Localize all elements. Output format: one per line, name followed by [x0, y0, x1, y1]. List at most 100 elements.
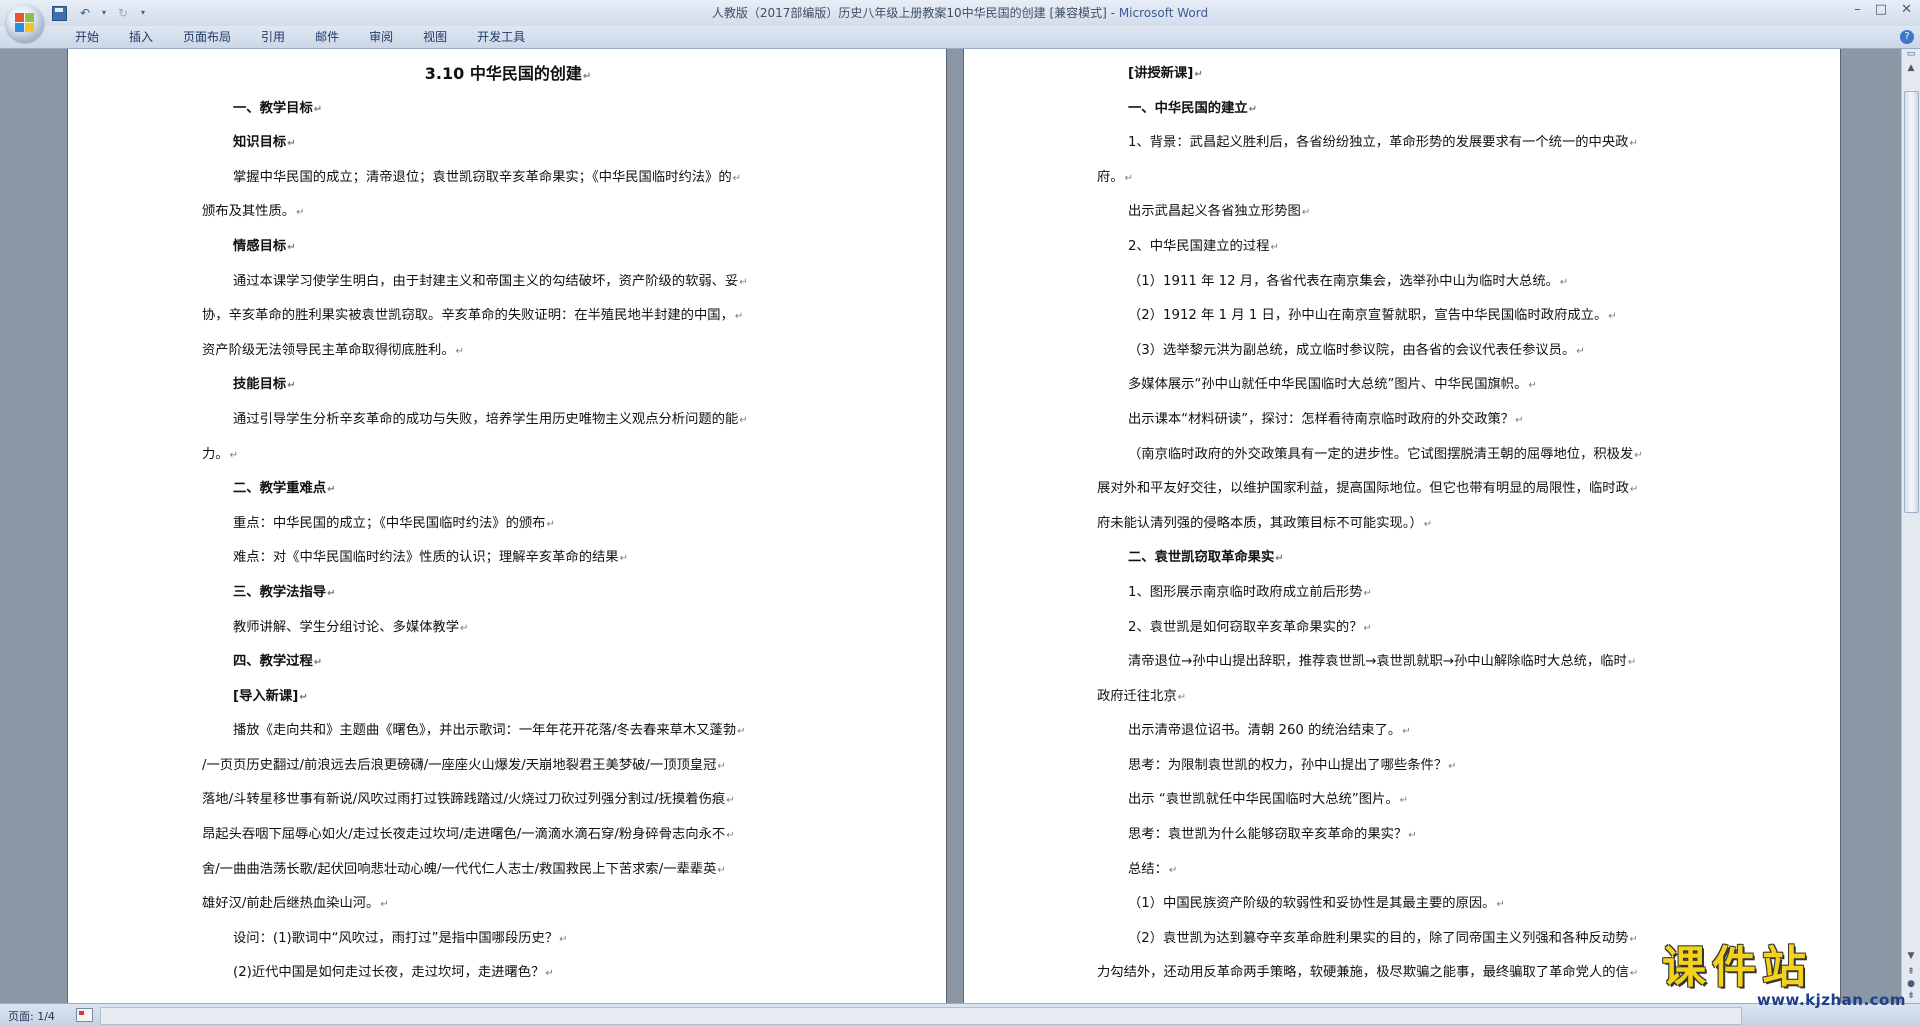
line-text: 教师讲解、学生分组讨论、多媒体教学	[233, 619, 460, 635]
paragraph-mark-icon: ↵	[739, 414, 748, 426]
document-page-right[interactable]: [讲授新课]↵ 一、中华民国的建立↵ 1、背景：武昌起义胜利后，各省纷纷独立，革命形…	[964, 49, 1840, 1003]
line-text: 协，辛亥革命的胜利果实被袁世凯窃取。辛亥革命的失败证明：在半殖民地半封建的中国，	[202, 308, 734, 324]
line-text: [讲授新课]	[1128, 66, 1194, 81]
paragraph-mark-icon: ↵	[455, 345, 465, 357]
line-text: 通过本课学习使学生明白，由于封建主义和帝国主义的勾结破坏，资产阶级的软弱、妥	[233, 273, 739, 289]
left-page-paragraph-line: 舍/一曲曲浩荡长歌/起伏回响悲壮动心魄/一代代仁人志士/救国救民上下苦求索/一辈…	[202, 853, 814, 888]
scroll-thumb[interactable]	[1904, 91, 1919, 513]
paragraph-mark-icon: ↵	[229, 449, 238, 461]
line-text: 府。	[1097, 169, 1124, 185]
left-page-heading: 一、教学目标↵	[202, 92, 814, 127]
line-text: 展对外和平友好交往，以维护国家利益，提高国际地位。但它也带有明显的局限性，临时政	[1097, 481, 1629, 497]
left-page-paragraph-line: 重点：中华民国的成立；《中华民国临时约法》的颁布↵	[202, 507, 814, 542]
line-text: （1）中国民族资产阶级的软弱性和妥协性是其最主要的原因。	[1128, 896, 1496, 912]
tab-developer[interactable]: 开发工具	[462, 29, 540, 45]
right-page-paragraph-line: 2、中华民国建立的过程↵	[1097, 230, 1709, 265]
right-page-paragraph-line: 府。↵	[1097, 161, 1709, 196]
paragraph-mark-icon: ↵	[739, 276, 748, 288]
left-page-paragraph-line: 昂起头吞咽下屈辱心如火/走过长夜走过坎坷/走进曙色/一滴滴水滴石穿/粉身碎骨志向…	[202, 818, 814, 853]
page-count-status[interactable]: 页面: 1/4	[8, 1008, 55, 1024]
left-page-paragraph-line: 难点：对《中华民国临时约法》性质的认识；理解辛亥革命的结果↵	[202, 541, 814, 576]
view-ruler-button[interactable]: ▭	[1904, 49, 1918, 60]
status-bar: 页面: 1/4	[0, 1003, 1920, 1026]
tab-page-layout[interactable]: 页面布局	[168, 29, 246, 45]
document-area[interactable]: 3.10 中华民国的创建↵ 一、教学目标↵ 知识目标↵ 掌握中华民国的成立；清帝退位…	[0, 49, 1902, 1003]
right-page-paragraph-line: 政府迁往北京↵	[1097, 680, 1709, 715]
tab-insert[interactable]: 插入	[114, 29, 168, 45]
line-text: （1）1911 年 12 月，各省代表在南京集会，选举孙中山为临时大总统。	[1128, 273, 1559, 289]
paragraph-mark-icon: ↵	[1629, 933, 1638, 945]
horizontal-scrollbar[interactable]	[100, 1007, 1742, 1025]
line-text: 四、教学过程	[233, 654, 313, 670]
paragraph-mark-icon: ↵	[1448, 760, 1457, 772]
paragraph-mark-icon: ↵	[1177, 691, 1187, 703]
right-page-paragraph-line: 2、袁世凯是如何窃取辛亥革命果实的？↵	[1097, 611, 1709, 646]
right-page-paragraph-line: （3）选举黎元洪为副总统，成立临时参议院，由各省的会议代表任参议员。↵	[1097, 334, 1709, 369]
tab-home[interactable]: 开始	[60, 29, 114, 45]
line-text: 1、背景：武昌起义胜利后，各省纷纷独立，革命形势的发展要求有一个统一的中央政	[1128, 135, 1629, 151]
line-text: 1、图形展示南京临时政府成立前后形势	[1128, 584, 1363, 600]
line-text: 舍/一曲曲浩荡长歌/起伏回响悲壮动心魄/一代代仁人志士/救国救民上下苦求索/一辈…	[202, 861, 717, 877]
right-page-paragraph-line: 出示清帝退位诏书。清朝 260 的统治结束了。↵	[1097, 714, 1709, 749]
paragraph-mark-icon: ↵	[1124, 172, 1133, 184]
paragraph-mark-icon: ↵	[1301, 207, 1311, 219]
paragraph-mark-icon: ↵	[619, 553, 628, 565]
paragraph-mark-icon: ↵	[1168, 864, 1178, 876]
line-text: 力勾结外，还动用反革命两手策略，软硬兼施，极尽欺骗之能事，最终骗取了革命党人的信	[1097, 965, 1629, 981]
watermark-url: www.kjzhan.com	[1756, 991, 1906, 1009]
right-page-paragraph-line: 思考：袁世凯为什么能够窃取辛亥革命的果实？↵	[1097, 818, 1709, 853]
paragraph-mark-icon: ↵	[1528, 380, 1537, 392]
line-text: （3）选举黎元洪为副总统，成立临时参议院，由各省的会议代表任参议员。	[1128, 342, 1576, 358]
left-page-paragraph-line: 通过本课学习使学生明白，由于封建主义和帝国主义的勾结破坏，资产阶级的软弱、妥↵	[202, 265, 814, 300]
tab-references[interactable]: 引用	[246, 29, 300, 45]
paragraph-mark-icon: ↵	[1270, 241, 1279, 253]
tab-review[interactable]: 审阅	[354, 29, 408, 45]
line-text: 一、中华民国的建立	[1128, 100, 1248, 116]
line-text: 出示课本“材料研读”，探讨：怎样看待南京临时政府的外交政策？	[1128, 411, 1515, 427]
maximize-button[interactable]: □	[1875, 2, 1887, 17]
vertical-scrollbar[interactable]: ▭ ▲ ▼ ⇞ ● ⇟	[1901, 49, 1920, 1003]
title-bar: ↶ ▾ ↻ ▾ 人教版（2017部编版）历史八年级上册教案10中华民国的创建 […	[0, 0, 1920, 42]
page-content-left[interactable]: 3.10 中华民国的创建↵ 一、教学目标↵ 知识目标↵ 掌握中华民国的成立；清帝退位…	[202, 57, 814, 991]
tab-mailings[interactable]: 邮件	[300, 29, 354, 45]
scroll-up-button[interactable]: ▲	[1904, 61, 1918, 75]
document-title: 人教版（2017部编版）历史八年级上册教案10中华民国的创建 [兼容模式] -	[711, 6, 1119, 20]
line-text: [导入新课]	[233, 688, 299, 704]
line-text: 资产阶级无法领导民主革命取得彻底胜利。	[202, 342, 455, 358]
line-text: 出示 “袁世凯就任中华民国临时大总统”图片。	[1128, 792, 1399, 808]
line-text: 出示清帝退位诏书。清朝 260 的统治结束了。	[1128, 723, 1402, 739]
proofing-icon[interactable]	[76, 1008, 93, 1022]
left-page-paragraph-line: /一页页历史翻过/前浪远去后浪更磅礴/一座座火山爆发/天崩地裂君王美梦破/一顶顶…	[202, 749, 814, 784]
paragraph-mark-icon: ↵	[460, 622, 469, 634]
line-text: 力。	[202, 446, 229, 462]
line-text: 落地/斗转星移世事有新说/风吹过雨打过铁蹄践踏过/火烧过刀砍过列强分割过/抚摸着…	[202, 792, 726, 808]
paragraph-mark-icon: ↵	[313, 657, 323, 669]
left-page-paragraph-line: 落地/斗转星移世事有新说/风吹过雨打过铁蹄践踏过/火烧过刀砍过列强分割过/抚摸着…	[202, 783, 814, 818]
right-page-heading: [讲授新课]↵	[1097, 57, 1709, 92]
paragraph-mark-icon: ↵	[737, 726, 746, 738]
page-content-right[interactable]: [讲授新课]↵ 一、中华民国的建立↵ 1、背景：武昌起义胜利后，各省纷纷独立，革命形…	[1097, 57, 1709, 991]
left-page-heading: 二、教学重难点↵	[202, 472, 814, 507]
paragraph-mark-icon: ↵	[1629, 968, 1639, 980]
paragraph-mark-icon: ↵	[1275, 553, 1284, 565]
paragraph-mark-icon: ↵	[726, 830, 735, 842]
paragraph-mark-icon: ↵	[1363, 622, 1372, 634]
close-button[interactable]: ✕	[1901, 2, 1912, 17]
paragraph-mark-icon: ↵	[1559, 276, 1569, 288]
tab-view[interactable]: 视图	[408, 29, 462, 45]
line-text: 难点：对《中华民国临时约法》性质的认识；理解辛亥革命的结果	[233, 550, 619, 566]
paragraph-mark-icon: ↵	[327, 587, 336, 599]
help-icon[interactable]: ?	[1900, 30, 1914, 44]
right-page-paragraph-line: （2）袁世凯为达到篡夺辛亥革命胜利果实的目的，除了同帝国主义列强和各种反动势↵	[1097, 922, 1709, 957]
document-page-left[interactable]: 3.10 中华民国的创建↵ 一、教学目标↵ 知识目标↵ 掌握中华民国的成立；清帝退位…	[68, 49, 946, 1003]
paragraph-mark-icon: ↵	[1627, 657, 1637, 669]
line-text: 总结：	[1128, 861, 1168, 877]
office-button[interactable]	[6, 4, 44, 42]
paragraph-mark-icon: ↵	[327, 484, 336, 496]
watermark-logo: 课件站 www.kjzhan.com	[1662, 945, 1910, 1010]
line-text: 多媒体展示“孙中山就任中华民国临时大总统”图片、中华民国旗帜。	[1128, 377, 1528, 393]
minimize-button[interactable]: –	[1854, 2, 1861, 17]
right-page-paragraph-line: 力勾结外，还动用反革命两手策略，软硬兼施，极尽欺骗之能事，最终骗取了革命党人的信…	[1097, 956, 1709, 991]
paragraph-mark-icon: ↵	[1194, 69, 1203, 80]
line-text: /一页页历史翻过/前浪远去后浪更磅礴/一座座火山爆发/天崩地裂君王美梦破/一顶顶…	[202, 757, 717, 773]
